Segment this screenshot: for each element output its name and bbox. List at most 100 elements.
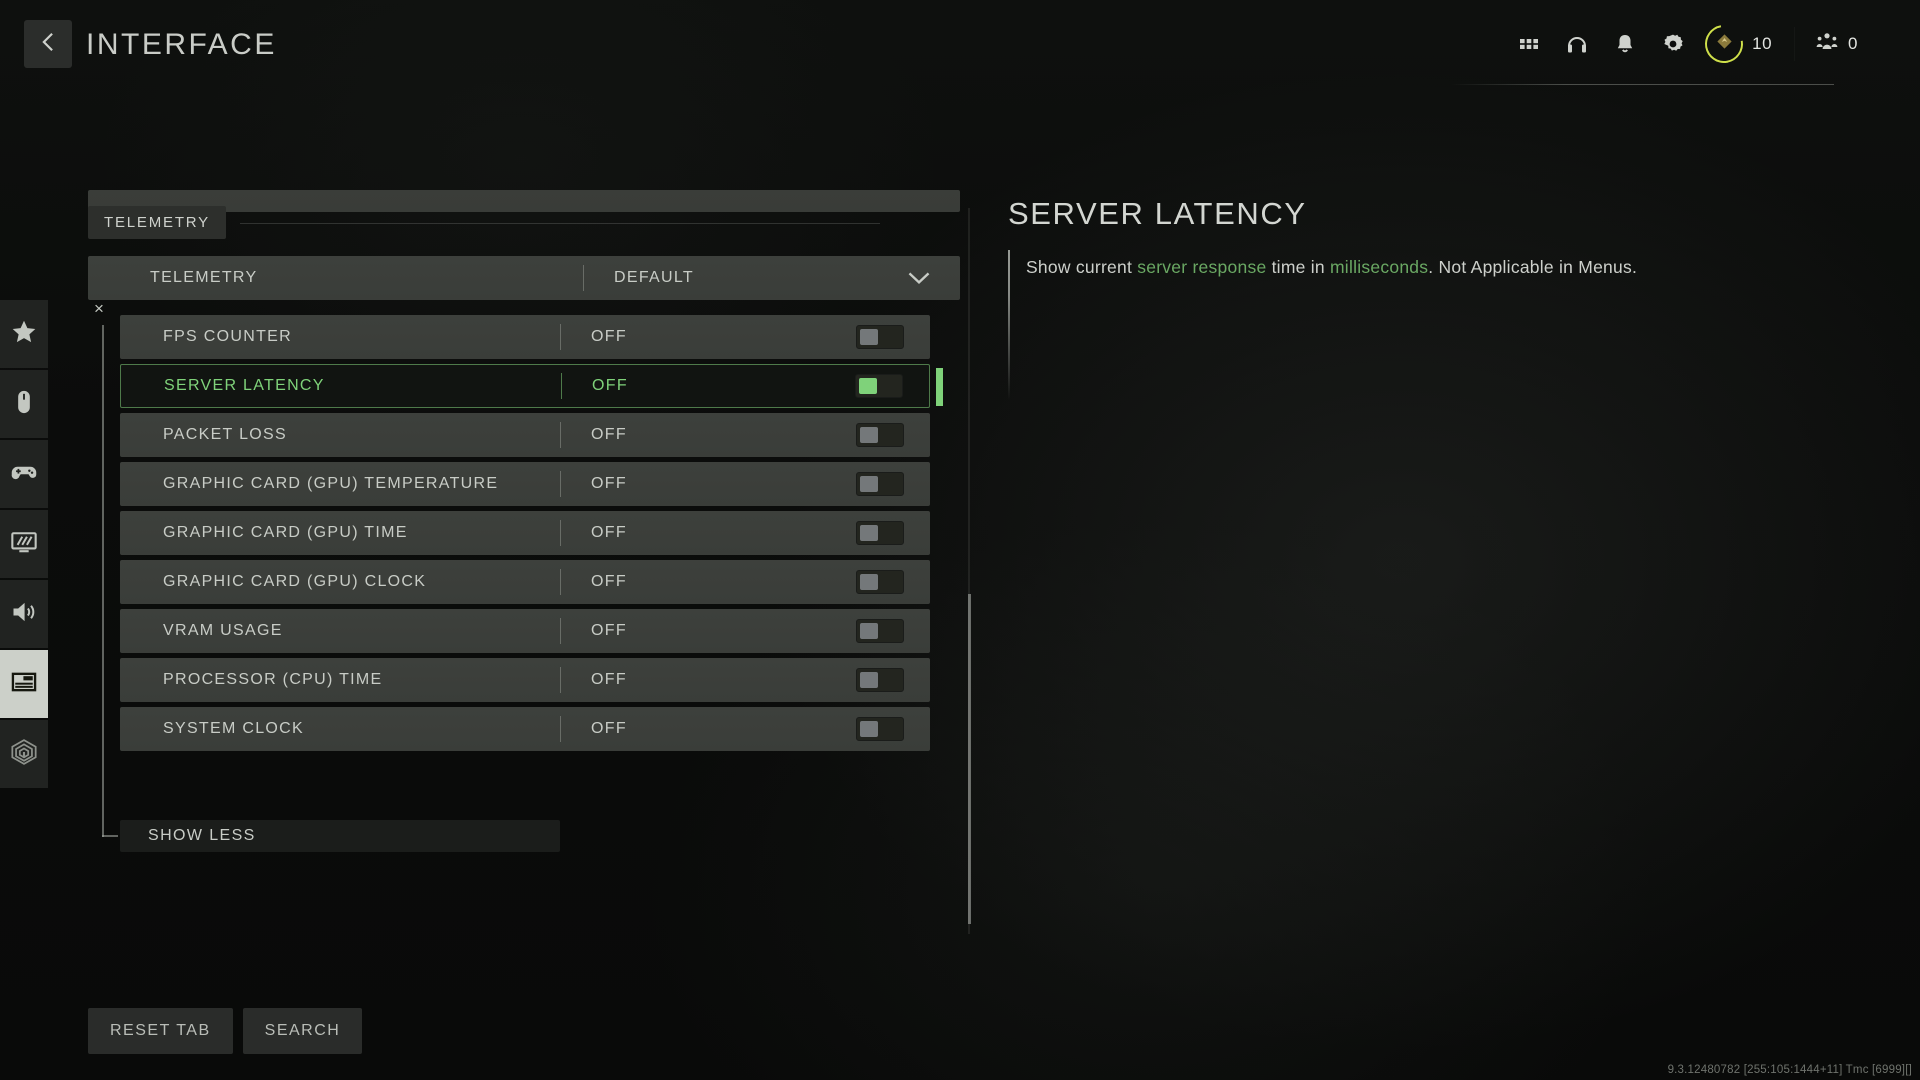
toggle-switch-icon[interactable] — [856, 325, 904, 349]
row-toggle[interactable] — [856, 668, 904, 692]
sidebar-item-mouse-keyboard[interactable] — [0, 370, 48, 438]
mouse-icon — [10, 388, 38, 421]
detail-description-wrap: Show current server response time in mil… — [1008, 250, 1828, 400]
show-less-label: SHOW LESS — [148, 827, 256, 844]
toggle-switch-icon[interactable] — [856, 570, 904, 594]
row-toggle[interactable] — [856, 521, 904, 545]
toggle-switch-icon[interactable] — [856, 472, 904, 496]
row-toggle[interactable] — [856, 619, 904, 643]
row-value: DEFAULT — [614, 269, 694, 286]
sidebar-item-favorites[interactable] — [0, 300, 48, 368]
sidebar-item-graphics[interactable] — [0, 510, 48, 578]
row-value: OFF — [591, 720, 627, 737]
desc-text-1: Show current — [1026, 257, 1138, 277]
detail-description: Show current server response time in mil… — [1026, 254, 1828, 280]
sidebar-item-broadcast[interactable] — [0, 720, 48, 788]
toggle-switch-icon[interactable] — [856, 423, 904, 447]
setting-row-gpu-time[interactable]: GRAPHIC CARD (GPU) TIME OFF — [120, 511, 930, 555]
row-value: OFF — [591, 671, 627, 688]
row-label: TELEMETRY — [150, 269, 258, 286]
detail-title: SERVER LATENCY — [1008, 196, 1307, 231]
row-label: PROCESSOR (CPU) TIME — [163, 671, 383, 688]
row-value: OFF — [591, 573, 627, 590]
broadcast-icon — [10, 738, 38, 771]
toggle-switch-icon[interactable] — [856, 521, 904, 545]
sidebar-item-controller[interactable] — [0, 440, 48, 508]
chevron-down-icon[interactable] — [906, 265, 932, 291]
row-label: PACKET LOSS — [163, 426, 287, 443]
row-toggle[interactable] — [856, 717, 904, 741]
section-rule — [240, 222, 880, 224]
back-button[interactable] — [24, 20, 72, 68]
footer-buttons: RESET TAB SEARCH — [88, 1008, 363, 1054]
settings-list-panel: TELEMETRY TELEMETRY DEFAULT × FPS COUNTE… — [88, 190, 968, 940]
setting-row-system-clock[interactable]: SYSTEM CLOCK OFF — [120, 707, 930, 751]
collapse-group-marker[interactable]: × — [94, 300, 104, 317]
headphones-icon[interactable] — [1553, 18, 1601, 70]
desc-highlight-2: milliseconds — [1329, 257, 1429, 277]
sidebar-item-interface[interactable] — [0, 650, 48, 718]
row-value: OFF — [591, 622, 627, 639]
toggle-switch-icon[interactable] — [856, 619, 904, 643]
list-scrollbar-thumb[interactable] — [968, 594, 971, 924]
row-label: SYSTEM CLOCK — [163, 720, 304, 737]
interface-layout-icon — [10, 668, 38, 701]
gear-icon[interactable] — [1649, 18, 1697, 70]
show-less-button[interactable]: SHOW LESS — [120, 820, 560, 852]
setting-row-packet-loss[interactable]: PACKET LOSS OFF — [120, 413, 930, 457]
row-label: GRAPHIC CARD (GPU) TEMPERATURE — [163, 475, 499, 492]
currency-ring — [1705, 25, 1743, 63]
header-icon-row: 10 0 — [1505, 18, 1868, 70]
toggle-switch-icon[interactable] — [855, 374, 903, 398]
header-underline — [1450, 84, 1834, 85]
selection-accent-bar — [936, 368, 943, 406]
setting-row-server-latency[interactable]: SERVER LATENCY OFF — [120, 364, 943, 408]
game-settings-screen: INTERFACE 10 0 TELEMETRY TELEMETRY DEFAU… — [0, 0, 1920, 1080]
build-version-text: 9.3.12480782 [255:105:1444+11] Tmc [6999… — [1667, 1064, 1912, 1076]
row-value: OFF — [591, 475, 627, 492]
row-value: OFF — [591, 426, 627, 443]
desc-text-2: time in — [1266, 257, 1330, 277]
setting-row-gpu-clock[interactable]: GRAPHIC CARD (GPU) CLOCK OFF — [120, 560, 930, 604]
currency-amount: 10 — [1752, 34, 1773, 53]
desc-highlight-1: server response — [1137, 257, 1267, 277]
top-header: INTERFACE 10 0 — [0, 0, 1920, 90]
section-label: TELEMETRY — [88, 206, 226, 239]
row-toggle[interactable] — [855, 374, 903, 398]
bell-icon[interactable] — [1601, 18, 1649, 70]
gamepad-icon — [10, 458, 38, 491]
detail-panel: SERVER LATENCY Show current server respo… — [1008, 196, 1828, 400]
desc-text-3: . Not Applicable in Menus. — [1428, 257, 1638, 277]
sidebar-item-audio[interactable] — [0, 580, 48, 648]
reset-tab-button[interactable]: RESET TAB — [88, 1008, 233, 1054]
speaker-icon — [10, 598, 38, 631]
row-toggle[interactable] — [856, 570, 904, 594]
setting-row-telemetry-parent[interactable]: TELEMETRY DEFAULT — [88, 256, 960, 300]
row-value: OFF — [591, 328, 627, 345]
squad-count: 0 — [1848, 34, 1858, 53]
section-header: TELEMETRY — [88, 206, 968, 239]
row-label: GRAPHIC CARD (GPU) TIME — [163, 524, 408, 541]
currency-indicator[interactable]: 10 — [1697, 18, 1788, 70]
setting-row-cpu-time[interactable]: PROCESSOR (CPU) TIME OFF — [120, 658, 930, 702]
toggle-switch-icon[interactable] — [856, 717, 904, 741]
diamond-token-icon — [1715, 32, 1734, 56]
row-toggle[interactable] — [856, 472, 904, 496]
left-sidebar — [0, 300, 48, 790]
setting-row-fps-counter[interactable]: FPS COUNTER OFF — [120, 315, 930, 359]
row-label: FPS COUNTER — [163, 328, 292, 345]
search-button[interactable]: SEARCH — [242, 1008, 363, 1054]
row-value: OFF — [592, 377, 628, 394]
toggle-switch-icon[interactable] — [856, 668, 904, 692]
setting-row-gpu-temperature[interactable]: GRAPHIC CARD (GPU) TEMPERATURE OFF — [120, 462, 930, 506]
row-toggle[interactable] — [856, 423, 904, 447]
setting-row-vram-usage[interactable]: VRAM USAGE OFF — [120, 609, 930, 653]
row-label: SERVER LATENCY — [164, 377, 325, 394]
star-icon — [10, 318, 38, 351]
apps-grid-icon[interactable] — [1505, 18, 1553, 70]
group-connector-line — [102, 325, 104, 837]
squad-indicator[interactable]: 0 — [1801, 18, 1868, 70]
row-toggle[interactable] — [856, 325, 904, 349]
page-title: INTERFACE — [86, 28, 277, 61]
squad-icon — [1815, 30, 1839, 59]
